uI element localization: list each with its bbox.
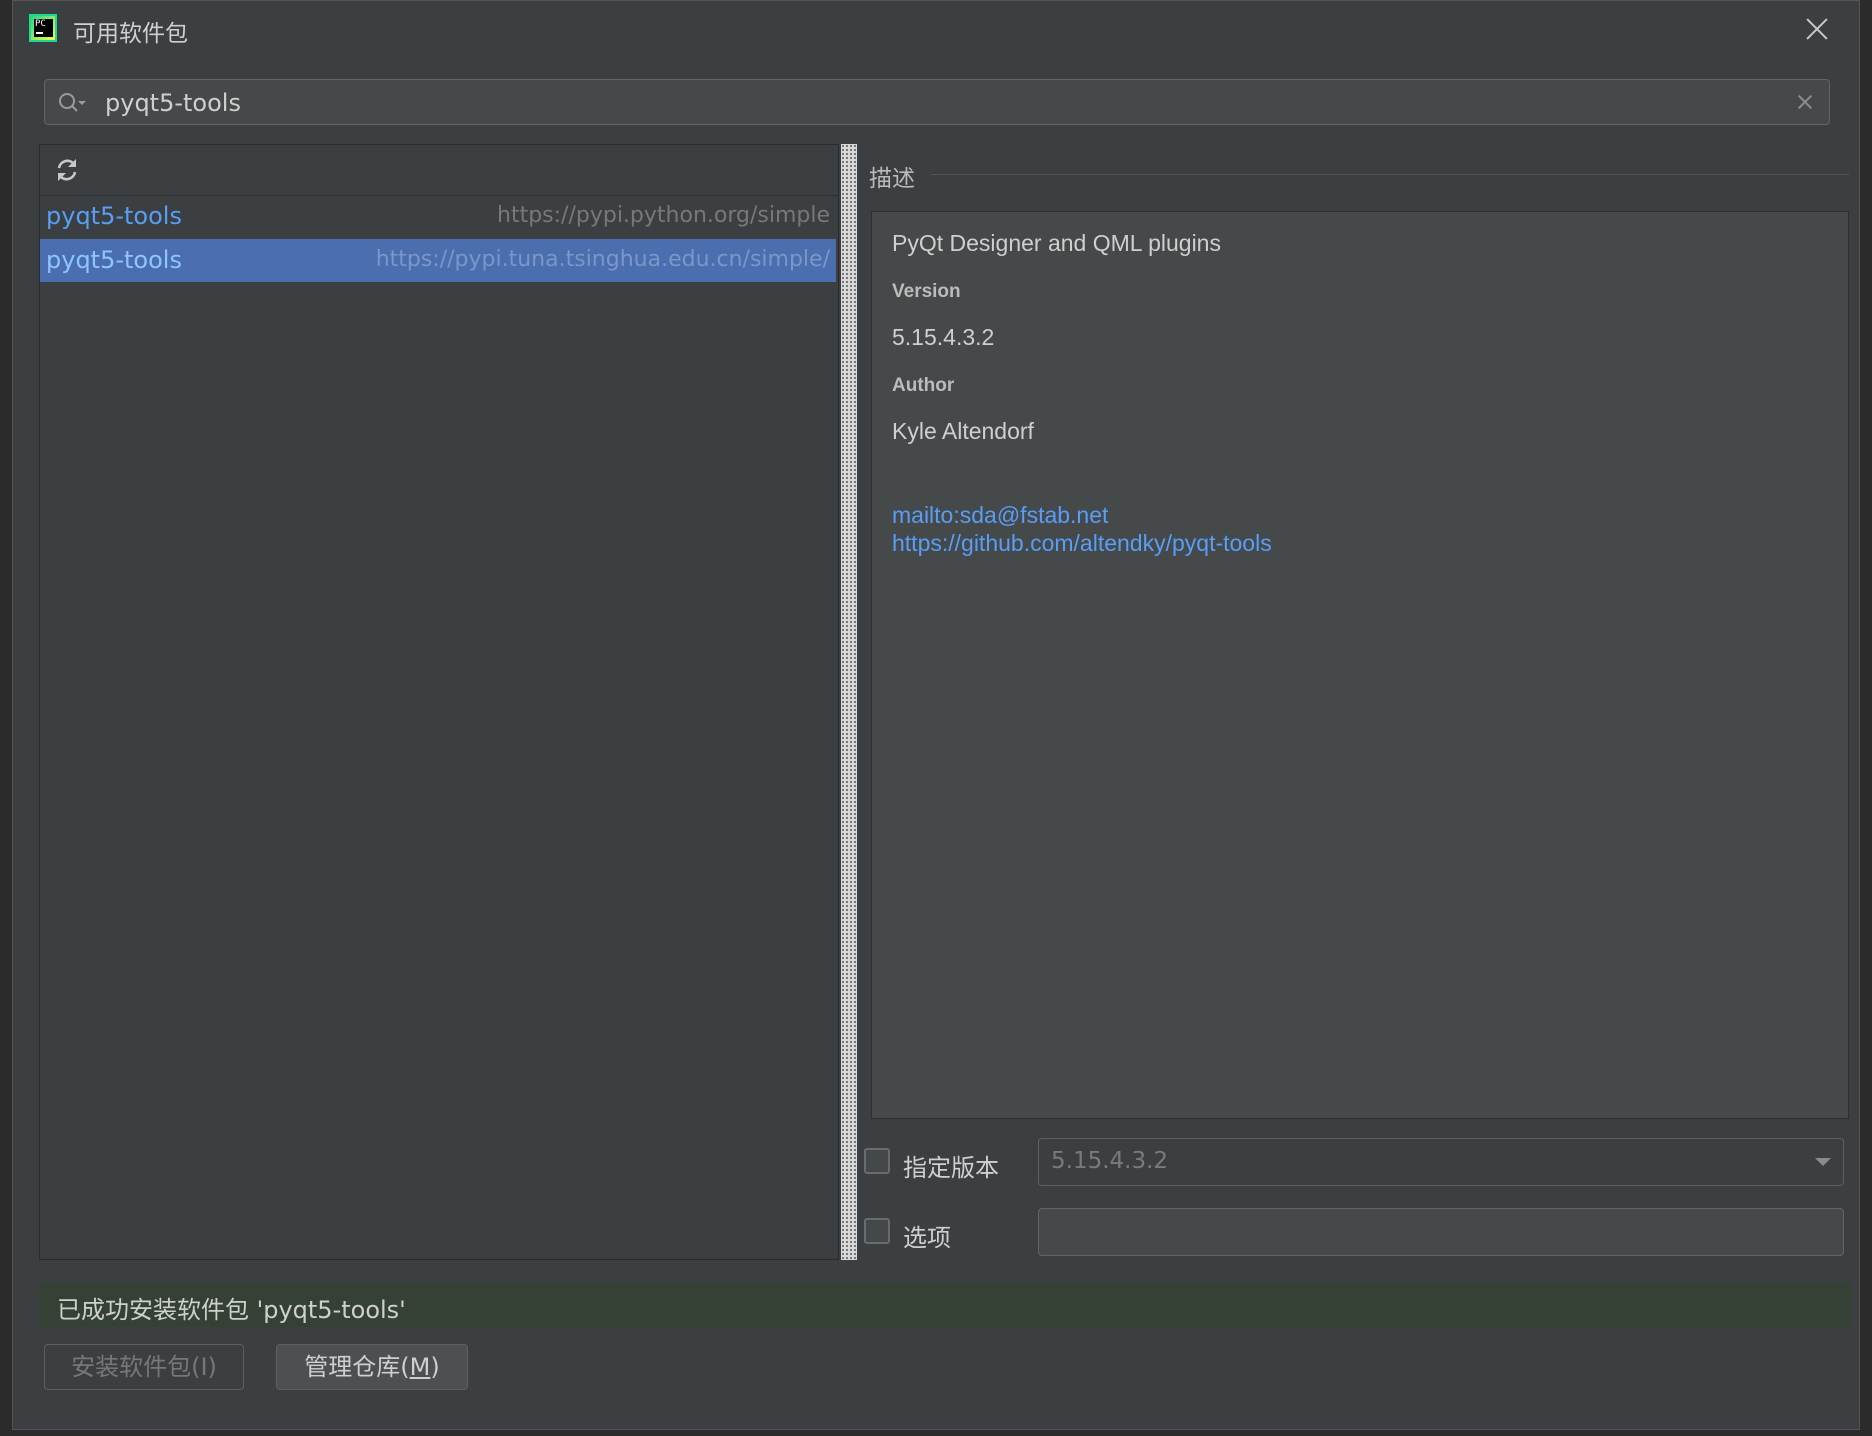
app-icon-text: PC: [34, 19, 53, 37]
package-row-selected[interactable]: pyqt5-tools https://pypi.tuna.tsinghua.e…: [40, 239, 836, 282]
package-list-toolbar: [40, 145, 838, 196]
author-value: Kyle Altendorf: [892, 418, 1034, 444]
package-repo-url: https://pypi.tuna.tsinghua.edu.cn/simple…: [375, 247, 830, 272]
description-divider: [931, 174, 1849, 175]
email-link[interactable]: mailto:sda@fstab.net: [892, 502, 1108, 529]
package-repo-url: https://pypi.python.org/simple: [497, 203, 830, 228]
panel-splitter[interactable]: [839, 144, 859, 1260]
manage-button-prefix: 管理仓库(: [304, 1353, 410, 1381]
dialog-title: 可用软件包: [73, 21, 188, 47]
package-row[interactable]: pyqt5-tools https://pypi.python.org/simp…: [40, 195, 836, 238]
specify-version-checkbox[interactable]: [864, 1148, 890, 1174]
available-packages-dialog: PC 可用软件包 pyqt5-tools https://pypi.python…: [12, 0, 1860, 1430]
version-dropdown-value: 5.15.4.3.2: [1051, 1148, 1169, 1174]
specify-version-label: 指定版本: [903, 1154, 999, 1182]
clear-search-icon[interactable]: [1795, 92, 1815, 112]
homepage-link[interactable]: https://github.com/altendky/pyqt-tools: [892, 530, 1272, 557]
description-panel: PyQt Designer and QML plugins Version 5.…: [871, 211, 1849, 1119]
title-bar: PC 可用软件包: [13, 1, 1859, 57]
version-value: 5.15.4.3.2: [892, 324, 995, 350]
search-input[interactable]: [103, 86, 1757, 120]
author-label: Author: [892, 375, 955, 396]
chevron-down-icon: [1815, 1158, 1831, 1166]
options-input[interactable]: [1038, 1208, 1844, 1256]
search-field[interactable]: [44, 79, 1830, 125]
close-icon[interactable]: [1803, 15, 1831, 43]
version-dropdown[interactable]: 5.15.4.3.2: [1038, 1138, 1844, 1186]
status-bar: 已成功安装软件包 'pyqt5-tools': [39, 1283, 1851, 1327]
package-summary: PyQt Designer and QML plugins: [892, 230, 1221, 256]
options-checkbox[interactable]: [864, 1218, 890, 1244]
manage-button-mnemonic: M: [409, 1353, 431, 1381]
pycharm-logo-icon: PC: [29, 14, 57, 42]
package-list-panel: pyqt5-tools https://pypi.python.org/simp…: [39, 144, 839, 1260]
search-icon[interactable]: [57, 91, 87, 115]
background-ide-strip: [1858, 0, 1872, 1436]
options-label: 选项: [903, 1224, 951, 1252]
description-header: 描述: [869, 166, 915, 192]
install-package-button[interactable]: 安装软件包(I): [44, 1344, 244, 1390]
package-name: pyqt5-tools: [46, 202, 182, 230]
version-label: Version: [892, 281, 961, 302]
status-message: 已成功安装软件包 'pyqt5-tools': [57, 1296, 406, 1324]
manage-button-suffix: ): [430, 1353, 440, 1381]
refresh-icon[interactable]: [52, 155, 82, 185]
package-name: pyqt5-tools: [46, 246, 182, 274]
manage-repositories-button[interactable]: 管理仓库(M): [276, 1344, 468, 1390]
